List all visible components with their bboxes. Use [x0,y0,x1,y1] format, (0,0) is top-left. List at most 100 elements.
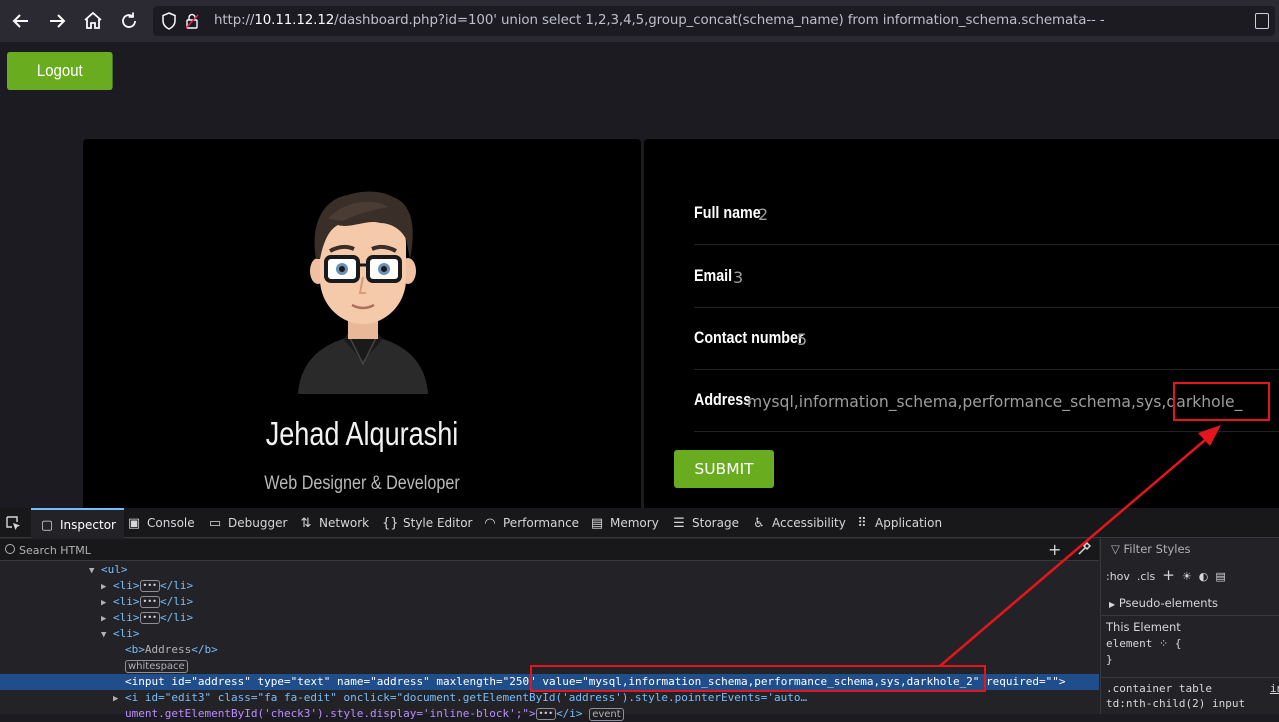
submit-button[interactable]: SUBMIT [674,450,774,488]
logout-button[interactable]: Logout [7,52,113,90]
tab-accessibility[interactable]: ♿ Accessibility [751,508,846,538]
eyedropper-icon[interactable] [1077,542,1091,556]
tree-text-address: Address [144,643,192,656]
filter-styles-row[interactable]: ▽ Filter Styles [1111,542,1279,556]
home-icon[interactable] [81,9,105,33]
tree-row-li-open[interactable]: ▼ <li> [101,626,140,642]
tree-row-ul[interactable]: ▼ <ul> [89,562,128,578]
address-label: Address [694,390,752,409]
pseudo-elements-row[interactable]: ▶ Pseudo-elements [1109,596,1279,610]
reload-icon[interactable] [117,9,141,33]
contact-value[interactable]: 5 [797,330,807,349]
collapse-triangle-icon[interactable]: ▶ [101,579,113,595]
performance-icon: ◠ [484,516,496,531]
search-row: + [0,539,1099,561]
tab-console[interactable]: ▣ Console [126,508,195,538]
element-picker-icon[interactable] [5,515,21,531]
reader-view-icon[interactable] [1255,13,1269,29]
url-bar[interactable]: http://10.11.12.12/dashboard.php?id=100'… [153,6,1275,36]
tab-network[interactable]: ⇅ Network [298,508,370,538]
tab-application-label: Application [875,516,943,530]
whitespace-badge[interactable]: whitespace [125,660,188,673]
light-theme-icon[interactable]: ☀ [1182,570,1192,583]
tab-storage-label: Storage [692,516,739,530]
pseudo-elements-label: Pseudo-elements [1118,596,1219,610]
profile-role: Web Designer & Developer [264,473,460,494]
container-rule-2: td:nth-child(2) input [1106,697,1279,710]
cls-toggle[interactable]: .cls [1137,570,1155,583]
rule-source-link[interactable]: in [1270,682,1279,695]
tag-li-close: </li> [159,595,194,608]
contact-row: Contact number 5 [694,308,1279,370]
highlight-box-page [1173,382,1270,421]
memory-icon: ▤ [590,516,604,531]
email-value[interactable]: 3 [733,268,743,287]
attr-id: id= [171,675,192,688]
tab-memory[interactable]: ▤ Memory [589,508,659,538]
contact-label: Contact number [694,328,804,347]
hov-toggle[interactable]: :hov [1106,570,1130,583]
url-text[interactable]: http://10.11.12.12/dashboard.php?id=100'… [214,13,1105,28]
tree-row-li[interactable]: ▶ <li> ••• </li> [101,610,193,626]
brace-close: } [1106,653,1113,666]
ellipsis-badge[interactable]: ••• [139,612,160,624]
tab-style-editor[interactable]: {} Style Editor [382,508,472,538]
shield-icon[interactable] [161,12,177,30]
print-simulation-icon[interactable]: ▤ [1215,570,1225,583]
ellipsis-badge[interactable]: ••• [139,596,160,608]
profile-name: Jehad Alqurashi [265,415,459,452]
add-node-icon[interactable]: + [1048,540,1061,560]
attr-maxlength: maxlength= [436,675,503,688]
forward-icon[interactable] [45,9,69,33]
browser-toolbar: http://10.11.12.12/dashboard.php?id=100'… [0,0,1279,42]
tag-input: <input [125,675,165,688]
tag-li: <li> [113,627,140,640]
tree-row-whitespace[interactable]: whitespace [125,658,188,674]
tab-performance-label: Performance [503,516,580,530]
tab-inspector-label: Inspector [60,518,116,532]
dark-theme-icon[interactable]: ◐ [1199,570,1209,583]
search-html-input[interactable] [19,542,919,558]
tab-storage[interactable]: ☰ Storage [671,508,739,538]
attr-name-value: "address" [370,675,430,688]
ellipsis-badge[interactable]: ••• [139,580,160,592]
event-badge[interactable]: event [589,708,624,721]
full-name-label: Full name [694,203,761,222]
ellipsis-badge[interactable]: ••• [535,708,557,720]
tree-row-i[interactable]: ▶ <i id="edit3" class="fa fa-edit" onclic… [113,690,807,706]
tree-row-b[interactable]: <b>Address</b> [125,642,218,658]
address-value[interactable]: mysql,information_schema,performance_sch… [747,393,1242,411]
tag-li-close: </li> [159,611,194,624]
collapse-triangle-icon[interactable]: ▶ [101,611,113,627]
tab-inspector[interactable]: ▢ Inspector [31,508,124,538]
tab-performance[interactable]: ◠ Performance [482,508,579,538]
search-icon [5,544,15,554]
collapse-triangle-icon[interactable]: ▶ [101,595,113,611]
url-host: 10.11.12.12 [254,13,335,28]
tree-row-i-cont[interactable]: ument.getElementById('check3').style.dis… [125,706,624,722]
container-selector: .container table [1106,682,1212,695]
back-icon[interactable] [9,9,33,33]
style-editor-icon: {} [382,516,399,531]
tree-row-li[interactable]: ▶ <li> ••• </li> [101,578,193,594]
tab-style-editor-label: Style Editor [403,516,473,530]
collapse-triangle-icon[interactable]: ▶ [113,691,125,707]
collapse-triangle-icon[interactable]: ▶ [1109,600,1115,609]
add-rule-icon[interactable]: + [1162,566,1175,584]
expand-triangle-icon[interactable]: ▼ [101,627,113,643]
expand-triangle-icon[interactable]: ▼ [89,563,101,579]
element-rule[interactable]: element ⁘ { [1106,637,1279,650]
url-prefix: http:// [214,13,255,28]
container-rule[interactable]: .container table in [1101,677,1279,695]
tag-li: <li> [113,579,140,592]
grid-icon[interactable]: ⁘ [1159,637,1168,650]
rules-pane: ▽ Filter Styles :hov .cls + ☀ ◐ ▤ ▶ Pseu… [1100,539,1279,714]
tab-debugger[interactable]: ▭ Debugger [207,508,288,538]
network-icon: ⇅ [300,516,312,531]
filter-styles-input[interactable]: Filter Styles [1124,542,1191,556]
full-name-value[interactable]: 2 [758,205,768,224]
rules-toolbar: :hov .cls + ☀ ◐ ▤ [1106,566,1279,584]
insecure-lock-icon[interactable] [185,13,199,29]
tree-row-li[interactable]: ▶ <li> ••• </li> [101,594,193,610]
tab-application[interactable]: ⠿ Application [854,508,942,538]
